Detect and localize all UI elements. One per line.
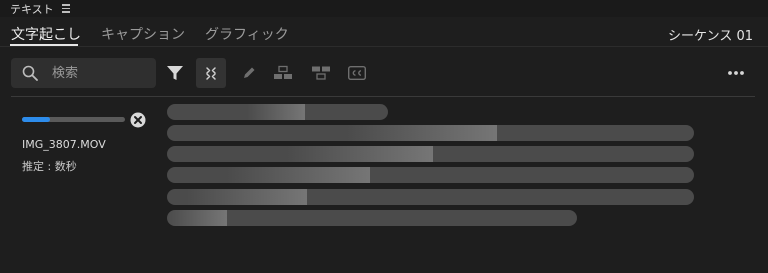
search-icon [22, 65, 38, 81]
panel-title: テキスト [10, 3, 54, 16]
transcription-progress-fill [22, 117, 50, 122]
panel-header: テキスト [0, 0, 768, 17]
filter-button[interactable] [160, 58, 190, 88]
cc-icon [348, 66, 366, 80]
more-icon [728, 71, 744, 75]
placeholder-line [167, 167, 694, 183]
merge-segments-button[interactable] [306, 58, 336, 88]
closed-captions-button[interactable] [342, 58, 372, 88]
placeholder-line [167, 125, 694, 141]
merge-segments-icon [312, 66, 330, 80]
placeholder-line [167, 146, 694, 162]
filter-icon [167, 66, 183, 80]
tab-transcription[interactable]: 文字起こし [11, 24, 81, 44]
merge-icon [206, 67, 216, 80]
placeholder-line [167, 210, 577, 226]
more-options-button[interactable] [721, 58, 751, 88]
search-input[interactable] [52, 63, 150, 83]
close-circle-icon [130, 112, 146, 128]
search-box[interactable] [11, 58, 156, 88]
sequence-name[interactable]: シーケンス 01 [668, 25, 753, 44]
pencil-icon [244, 67, 255, 78]
tab-graphics[interactable]: グラフィック [205, 24, 289, 44]
placeholder-line [167, 104, 388, 120]
split-segment-button[interactable] [268, 58, 298, 88]
hamburger-icon[interactable] [61, 1, 71, 14]
merge-button[interactable] [196, 58, 226, 88]
edit-button[interactable] [234, 58, 264, 88]
tab-captions[interactable]: キャプション [101, 24, 185, 44]
cancel-transcription-button[interactable] [130, 112, 146, 128]
toolbar-divider [11, 96, 755, 97]
time-estimate: 推定 : 数秒 [22, 160, 77, 173]
transcription-progress-bar [22, 117, 125, 122]
tab-divider [0, 46, 768, 47]
file-name: IMG_3807.MOV [22, 138, 106, 151]
placeholder-line [167, 189, 694, 205]
split-icon [274, 65, 292, 79]
